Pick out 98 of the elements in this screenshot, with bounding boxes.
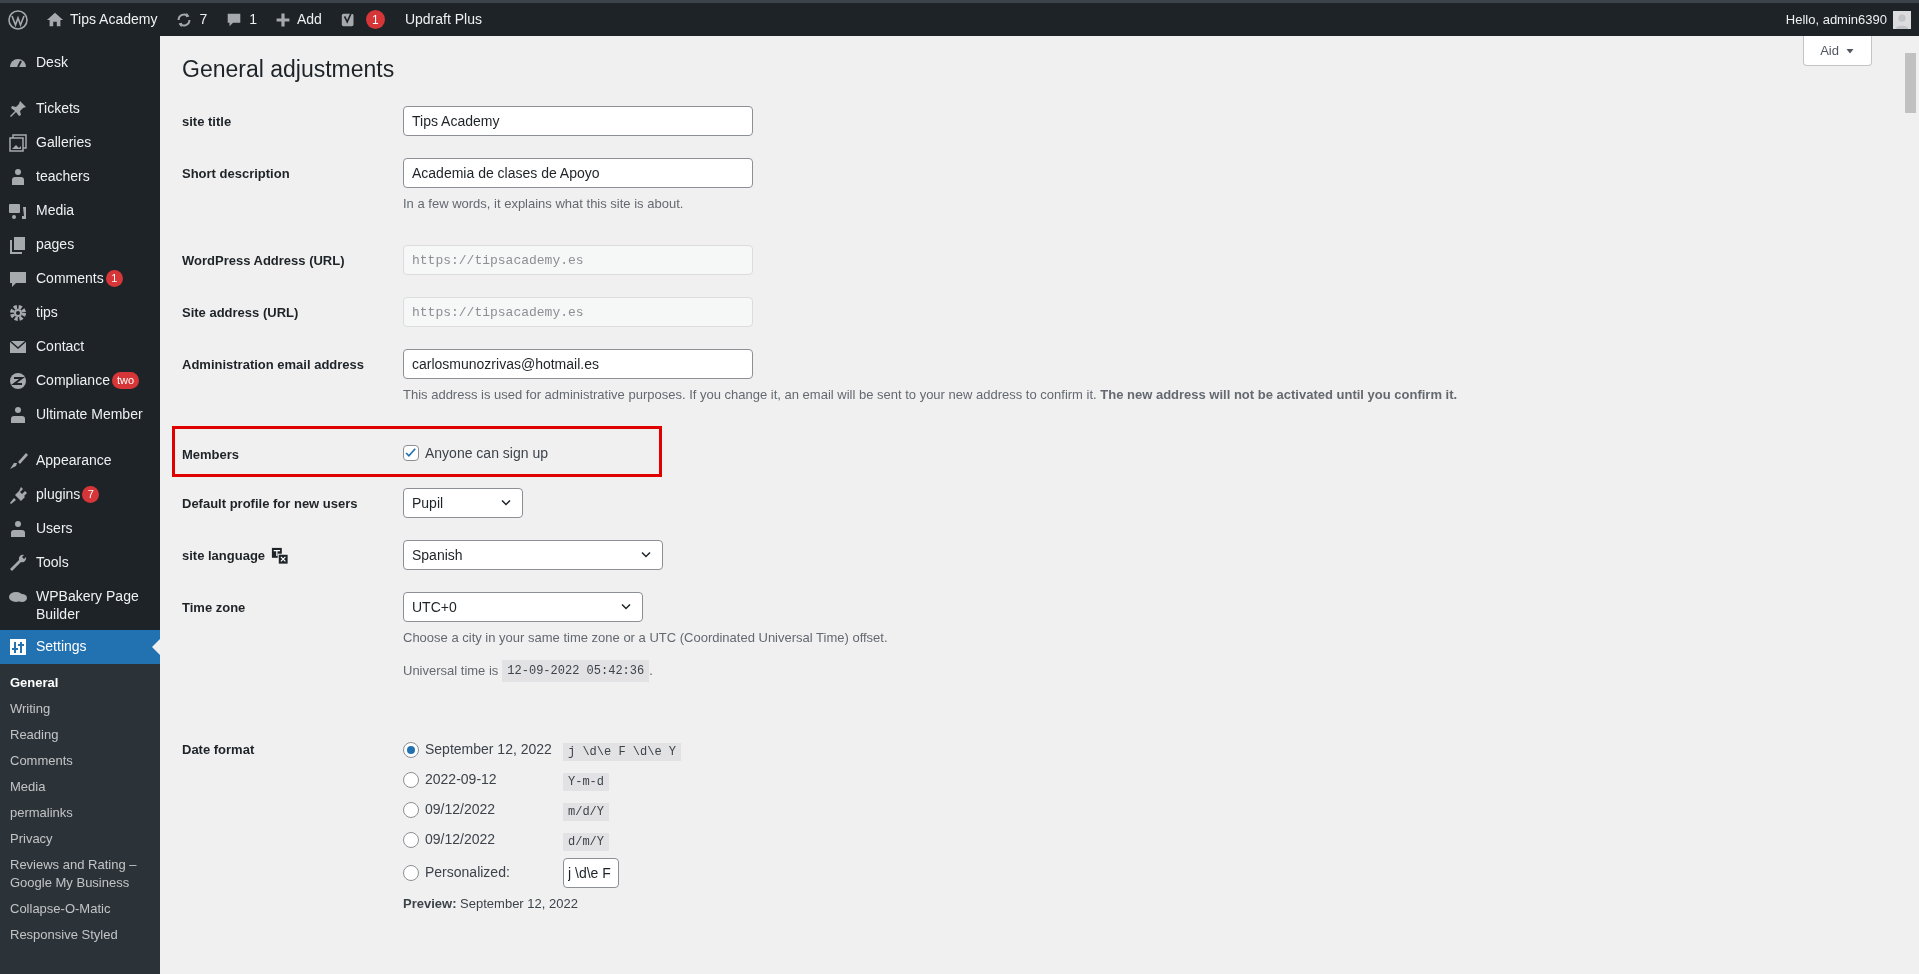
sidebar-menu-item[interactable]: Media xyxy=(0,194,160,228)
plug-icon xyxy=(8,485,28,505)
text-input[interactable]: carlosmunozrivas@hotmail.es xyxy=(403,349,753,379)
field-label: Members xyxy=(182,445,240,464)
dropdown-select[interactable]: Spanish xyxy=(403,540,663,570)
dropdown-select[interactable]: UTC+0 xyxy=(403,592,643,622)
comments-count[interactable]: 1 xyxy=(249,9,257,30)
wrench-icon xyxy=(8,553,28,573)
field-label: WordPress Address (URL) xyxy=(182,252,345,270)
sidebar-menu-item[interactable]: Galleries xyxy=(0,126,160,160)
person-icon xyxy=(8,519,28,539)
sidebar-menu-item[interactable]: Users xyxy=(0,512,160,546)
radio-button[interactable] xyxy=(403,864,419,881)
site-name-link[interactable]: Tips Academy xyxy=(70,9,158,30)
radio-label: 09/12/2022 xyxy=(425,800,496,819)
field-label: site language xyxy=(182,547,266,565)
sidebar-menu-item[interactable]: teachers xyxy=(0,160,160,194)
submenu-item[interactable]: Privacy xyxy=(0,826,160,852)
sidebar-menu-item[interactable]: Appearance xyxy=(0,444,160,478)
sidebar-menu-item[interactable]: Tickets xyxy=(0,92,160,126)
submenu-item[interactable]: permalinks xyxy=(0,800,160,826)
wordpress-logo-icon xyxy=(8,9,28,30)
sidebar-menu-item[interactable]: tips xyxy=(0,296,160,330)
help-tab-button[interactable]: Aid xyxy=(1803,36,1872,66)
radio-label: Personalized: xyxy=(425,863,510,882)
plus-icon xyxy=(275,11,291,28)
sidebar-menu-item[interactable]: Tools xyxy=(0,546,160,580)
format-code: Y-m-d xyxy=(563,772,609,791)
format-preview: Preview: September 12, 2022 xyxy=(403,894,579,913)
text-input[interactable]: Tips Academy xyxy=(403,105,753,136)
submenu-item[interactable]: Writing xyxy=(0,696,160,722)
count-badge: two xyxy=(111,372,140,389)
account-greeting[interactable]: Hello, admin6390 xyxy=(1785,9,1887,30)
gear-icon xyxy=(8,303,28,323)
universal-time-label: Universal time is xyxy=(403,661,499,680)
submenu-item[interactable]: Comments xyxy=(0,748,160,774)
updates-count[interactable]: 7 xyxy=(199,9,208,30)
format-code: m/d/Y xyxy=(563,802,609,821)
avatar-icon xyxy=(1893,10,1911,29)
speech-bubble-icon xyxy=(8,269,28,289)
field-label: site title xyxy=(182,112,232,131)
submenu-item[interactable]: Media xyxy=(0,774,160,800)
dropdown-select[interactable]: Pupil xyxy=(403,488,523,518)
field-label: Short description xyxy=(182,164,290,183)
field-description: Choose a city in your same time zone or a UTC (Coordinated Universal Time) offset. xyxy=(403,629,888,647)
checkmark-icon xyxy=(404,446,418,460)
count-badge: 1 xyxy=(105,270,123,287)
radio-label: 2022-09-12 xyxy=(425,770,497,789)
radio-label: 09/12/2022 xyxy=(425,830,496,849)
updraft-plus-link[interactable]: Updraft Plus xyxy=(404,9,482,30)
sliders-icon xyxy=(8,637,28,657)
current-menu-pointer xyxy=(152,639,160,655)
sidebar-menu-item[interactable]: WPBakery Page Builder xyxy=(0,580,160,630)
sidebar-menu-item[interactable]: Comments 1 xyxy=(0,262,160,296)
format-code: j \d\e F \d\e Y xyxy=(563,742,682,761)
count-badge: 7 xyxy=(82,486,100,503)
field-label: Site address (URL) xyxy=(182,304,299,322)
sidebar-menu-item[interactable]: pages xyxy=(0,228,160,262)
field-label: Date format xyxy=(182,740,255,759)
field-label: Administration email address xyxy=(182,356,365,374)
camera-music-icon xyxy=(8,201,28,221)
submenu-item[interactable]: Reading xyxy=(0,722,160,748)
notification-badge: 1 xyxy=(365,10,385,29)
sidebar-menu-item[interactable]: Ultimate Member xyxy=(0,398,160,432)
sidebar-menu-item[interactable]: Settings xyxy=(0,630,160,664)
circle-logo-icon xyxy=(8,371,28,391)
radio-button[interactable] xyxy=(403,771,419,788)
person-icon xyxy=(8,405,28,425)
home-icon xyxy=(46,10,64,29)
submenu-item[interactable]: Reviews and Rating – Google My Business xyxy=(0,852,160,896)
pages-icon xyxy=(8,235,28,255)
paintbrush-icon xyxy=(8,451,28,471)
radio-button[interactable] xyxy=(403,831,419,848)
field-label: Default profile for new users xyxy=(182,495,358,513)
time-value: 12-09-2022 05:42:36 xyxy=(502,659,650,682)
submenu-item[interactable]: General xyxy=(0,670,160,696)
custom-format-input[interactable]: j \d\e F xyxy=(563,857,619,888)
field-description: This address is used for administrative purposes. If you change it, an email will be sent to your new address to confirm it. The new address will not be activated until you confirm it. xyxy=(403,386,1458,404)
checkbox[interactable] xyxy=(403,445,419,461)
radio-button[interactable] xyxy=(403,801,419,818)
gallery-icon xyxy=(8,133,28,153)
submenu-item[interactable]: Responsive Styled xyxy=(0,922,160,948)
format-code: d/m/Y xyxy=(563,832,609,851)
submenu-item[interactable]: Collapse-O-Matic xyxy=(0,896,160,922)
sidebar-menu-item[interactable]: Desk xyxy=(0,46,160,80)
sidebar-menu-item[interactable]: Contact xyxy=(0,330,160,364)
pushpin-icon xyxy=(8,99,28,119)
sidebar-menu-item[interactable]: plugins 7 xyxy=(0,478,160,512)
period-text: . xyxy=(649,661,653,680)
field-description: In a few words, it explains what this site is about. xyxy=(403,194,685,213)
add-new-link[interactable]: Add xyxy=(297,9,322,30)
field-label: Time zone xyxy=(182,599,246,617)
radio-button[interactable] xyxy=(403,741,419,758)
text-input[interactable]: Academia de clases de Apoyo xyxy=(403,157,753,188)
page-title: General adjustments xyxy=(182,55,395,84)
sidebar-menu-item[interactable]: Compliance two xyxy=(0,364,160,398)
checkbox-label: Anyone can sign up xyxy=(425,443,548,463)
radio-label: September 12, 2022 xyxy=(425,740,552,759)
